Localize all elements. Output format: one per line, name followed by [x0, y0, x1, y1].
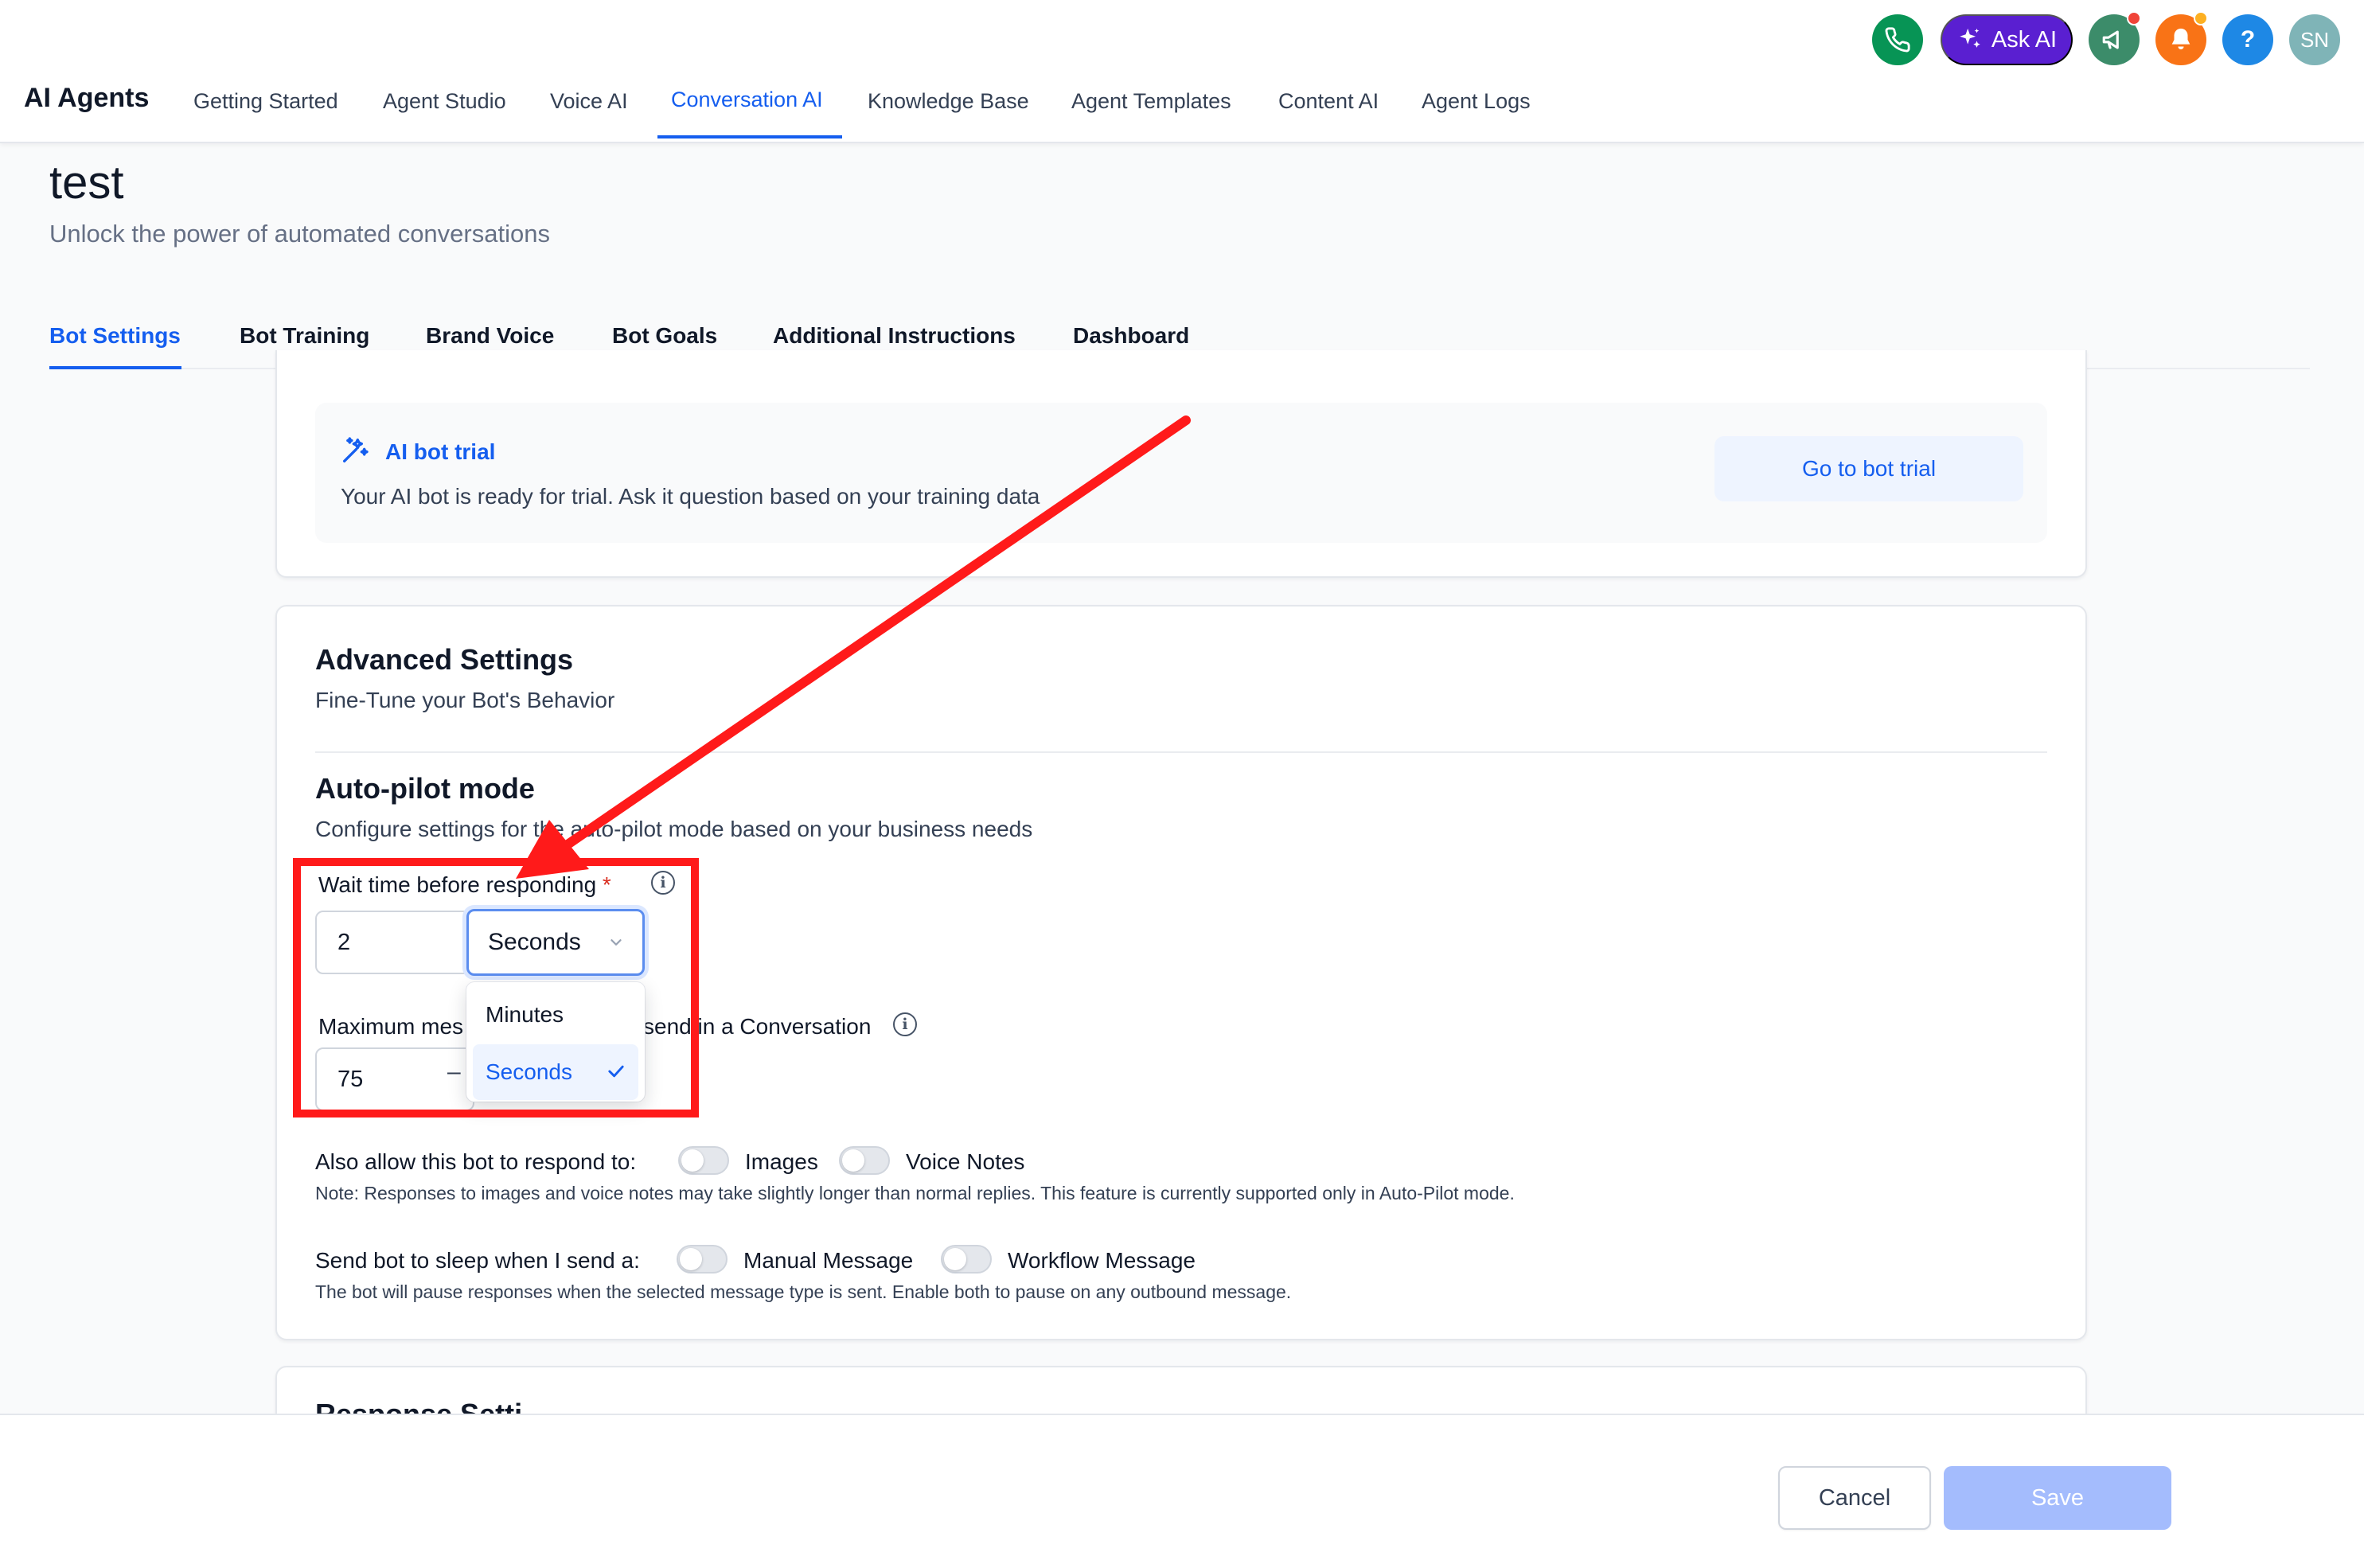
- tab-additional-instructions[interactable]: Additional Instructions: [773, 323, 1016, 349]
- decrement-button[interactable]: –: [447, 1059, 461, 1086]
- images-toggle[interactable]: [678, 1146, 729, 1175]
- megaphone-icon: [2102, 30, 2119, 49]
- autopilot-title: Auto-pilot mode: [315, 772, 535, 805]
- wait-time-input[interactable]: [315, 911, 471, 974]
- unit-option-label: Minutes: [486, 1002, 564, 1027]
- nav-agent-templates[interactable]: Agent Templates: [1071, 89, 1231, 114]
- autopilot-subtitle: Configure settings for the auto-pilot mo…: [315, 817, 1033, 841]
- unit-option-label: Seconds: [486, 1059, 572, 1084]
- avatar-initials: SN: [2300, 27, 2330, 52]
- nav-knowledge-base[interactable]: Knowledge Base: [868, 89, 1029, 114]
- nav-agent-studio[interactable]: Agent Studio: [383, 89, 506, 114]
- notifications-button[interactable]: [2155, 11, 2208, 65]
- wait-time-label: Wait time before responding *: [318, 872, 611, 898]
- advanced-settings-subtitle: Fine-Tune your Bot's Behavior: [315, 688, 615, 712]
- tab-bot-settings[interactable]: Bot Settings: [49, 323, 181, 349]
- unit-option-minutes[interactable]: Minutes: [473, 987, 638, 1043]
- nav-active-indicator: [657, 135, 842, 138]
- ask-ai-label: Ask AI: [1991, 26, 2058, 53]
- wait-time-unit-select[interactable]: Seconds: [466, 909, 645, 976]
- unit-option-seconds[interactable]: Seconds: [473, 1044, 638, 1100]
- magic-wand-icon: [343, 437, 369, 462]
- max-messages-label-start: Maximum mes: [318, 1014, 464, 1039]
- tab-dashboard[interactable]: Dashboard: [1073, 323, 1189, 349]
- info-icon[interactable]: i: [651, 871, 675, 895]
- sparkle-icon: [1960, 28, 1980, 48]
- tab-active-indicator: [49, 366, 181, 369]
- required-mark: *: [602, 872, 611, 897]
- avatar[interactable]: SN: [2289, 14, 2340, 65]
- workflow-message-toggle[interactable]: [941, 1245, 992, 1274]
- announcements-button[interactable]: [2089, 11, 2141, 65]
- advanced-settings-title: Advanced Settings: [315, 643, 574, 676]
- help-button[interactable]: ?: [2222, 14, 2273, 65]
- max-messages-label-end: send in a Conversation: [643, 1014, 872, 1039]
- bot-trial-title: AI bot trial: [385, 439, 496, 464]
- respond-to-label: Also allow this bot to respond to:: [315, 1149, 637, 1174]
- voice-notes-toggle[interactable]: [839, 1146, 890, 1175]
- workflow-message-label: Workflow Message: [1008, 1248, 1196, 1273]
- go-to-bot-trial-button[interactable]: Go to bot trial: [1714, 436, 2023, 501]
- page-title: test: [49, 157, 124, 209]
- images-label: Images: [745, 1149, 818, 1174]
- phone-button[interactable]: [1872, 14, 1923, 65]
- wait-time-unit-value: Seconds: [488, 929, 581, 955]
- manual-message-toggle[interactable]: [677, 1245, 728, 1274]
- ask-ai-button[interactable]: Ask AI: [1941, 14, 2073, 65]
- nav-conversation-ai[interactable]: Conversation AI: [671, 88, 823, 112]
- save-button[interactable]: Save: [1944, 1466, 2171, 1530]
- bell-icon: [2171, 28, 2190, 50]
- app-title: AI Agents: [24, 83, 150, 113]
- sleep-note: The bot will pause responses when the se…: [315, 1281, 1292, 1302]
- nav-content-ai[interactable]: Content AI: [1278, 89, 1379, 114]
- notification-dot: [2127, 11, 2141, 25]
- nav-getting-started[interactable]: Getting Started: [193, 89, 338, 114]
- check-icon: [608, 1065, 624, 1078]
- notification-dot: [2194, 11, 2208, 25]
- info-icon[interactable]: i: [893, 1012, 917, 1036]
- cancel-button[interactable]: Cancel: [1778, 1466, 1931, 1530]
- unit-dropdown-menu: Minutes Seconds: [466, 982, 645, 1102]
- sleep-label: Send bot to sleep when I send a:: [315, 1248, 640, 1273]
- voice-notes-label: Voice Notes: [906, 1149, 1025, 1174]
- tab-brand-voice[interactable]: Brand Voice: [426, 323, 554, 349]
- help-icon: ?: [2240, 26, 2256, 53]
- wait-time-label-text: Wait time before responding: [318, 872, 597, 897]
- chevron-down-icon: [611, 939, 622, 946]
- bot-trial-description: Your AI bot is ready for trial. Ask it q…: [341, 484, 1040, 509]
- respond-to-note: Note: Responses to images and voice note…: [315, 1183, 1515, 1203]
- tab-bot-training[interactable]: Bot Training: [240, 323, 369, 349]
- top-navigation-bar: AI Agents Getting Started Agent Studio V…: [0, 0, 2364, 143]
- page-subtitle: Unlock the power of automated conversati…: [49, 220, 550, 248]
- tab-bot-goals[interactable]: Bot Goals: [612, 323, 717, 349]
- section-divider: [315, 751, 2047, 753]
- manual-message-label: Manual Message: [743, 1248, 914, 1273]
- nav-voice-ai[interactable]: Voice AI: [550, 89, 628, 114]
- phone-icon: [1885, 27, 1910, 53]
- nav-agent-logs[interactable]: Agent Logs: [1422, 89, 1531, 114]
